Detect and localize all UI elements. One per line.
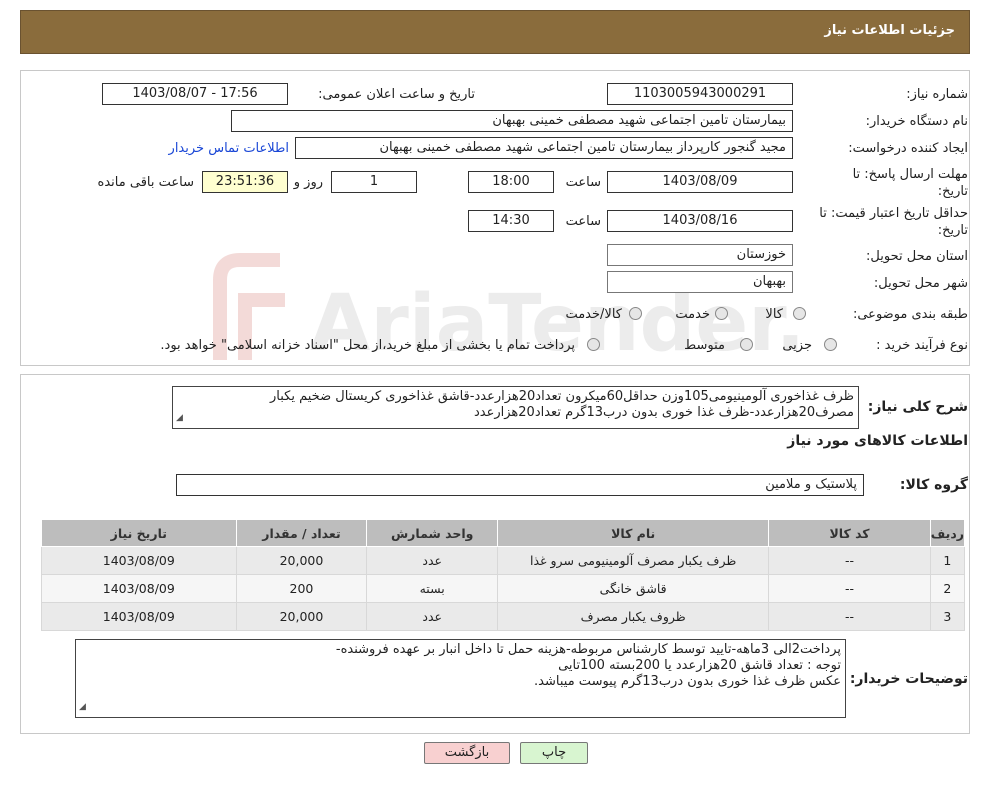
buyer-notes-textarea[interactable]: پرداخت2الی 3ماهه-تایید توسط کارشناس مربو…	[75, 639, 846, 718]
need-number-label: شماره نیاز:	[906, 87, 968, 102]
table-row: 1 -- ظرف یکبار مصرف آلومینیومی سرو غذا ع…	[41, 546, 966, 575]
col-header-row-num: ردیف	[929, 519, 966, 547]
days-label: روز و	[293, 175, 323, 190]
group-field: پلاستیک و ملامین	[176, 474, 864, 496]
items-table-wrapper: ردیف کد کالا نام کالا واحد شمارش تعداد /…	[41, 519, 966, 631]
resize-grip-icon[interactable]: ◢	[79, 699, 86, 715]
announce-field: 1403/08/07 - 17:56	[102, 83, 288, 105]
deadline-date-field: 1403/08/09	[607, 171, 793, 193]
category-radio-goods[interactable]	[793, 307, 806, 320]
cell-qty: 200	[235, 574, 368, 603]
process-option-medium: متوسط	[684, 338, 725, 353]
province-label: استان محل تحویل:	[866, 249, 968, 264]
process-radio-minor[interactable]	[824, 338, 837, 351]
cell-date: 1403/08/09	[41, 574, 237, 603]
cell-name: ظرف یکبار مصرف آلومینیومی سرو غذا	[497, 546, 770, 575]
col-header-date: تاریخ نیاز	[41, 519, 237, 547]
table-row: 3 -- ظروف یکبار مصرف عدد 20,000 1403/08/…	[41, 602, 966, 631]
cell-unit: عدد	[366, 546, 499, 575]
cell-code: --	[768, 574, 931, 603]
cell-code: --	[768, 602, 931, 631]
remaining-time-field: 23:51:36	[202, 171, 288, 193]
page-title: جزئیات اطلاعات نیاز	[824, 23, 955, 38]
cell-code: --	[768, 546, 931, 575]
print-button[interactable]: چاپ	[520, 742, 588, 764]
process-label: نوع فرآیند خرید :	[876, 338, 968, 353]
goods-info-title: اطلاعات کالاهای مورد نیاز	[787, 433, 968, 449]
back-button[interactable]: بازگشت	[424, 742, 510, 764]
category-label: طبقه بندی موضوعی:	[852, 307, 968, 322]
items-table: ردیف کد کالا نام کالا واحد شمارش تعداد /…	[41, 519, 966, 631]
buyer-contact-link[interactable]: اطلاعات تماس خریدار	[169, 141, 289, 156]
page-header: جزئیات اطلاعات نیاز	[20, 10, 970, 54]
validity-time-field: 14:30	[468, 210, 554, 232]
cell-unit: عدد	[366, 602, 499, 631]
category-radio-service[interactable]	[715, 307, 728, 320]
category-option-goods-service: کالا/خدمت	[565, 307, 622, 322]
buyer-notes-line-1: پرداخت2الی 3ماهه-تایید توسط کارشناس مربو…	[335, 642, 841, 657]
deadline-label-date: تاریخ:	[937, 184, 968, 199]
days-remaining-field: 1	[331, 171, 417, 193]
creator-label: ایجاد کننده درخواست:	[848, 141, 968, 156]
buyer-notes-label: توضیحات خریدار:	[849, 671, 968, 687]
category-radio-goods-service[interactable]	[629, 307, 642, 320]
table-row: 2 -- قاشق خانگی بسته 200 1403/08/09	[41, 574, 966, 603]
validity-label: حداقل تاریخ اعتبار قیمت: تا	[819, 206, 968, 221]
announce-label: تاریخ و ساعت اعلان عمومی:	[318, 87, 475, 102]
process-note: پرداخت تمام یا بخشی از مبلغ خرید،از محل …	[160, 338, 575, 353]
category-option-service: خدمت	[675, 307, 710, 322]
province-field: خوزستان	[607, 244, 793, 266]
buyer-notes-line-2: توجه : تعداد قاشق 20هزارعدد یا 200بسته 1…	[558, 658, 841, 673]
cell-date: 1403/08/09	[41, 602, 237, 631]
creator-field: مجید گنجور کارپرداز بیمارستان تامین اجتم…	[295, 137, 793, 159]
cell-row-num: 1	[929, 546, 966, 575]
cell-qty: 20,000	[235, 546, 368, 575]
cell-qty: 20,000	[235, 602, 368, 631]
process-radio-treasury[interactable]	[587, 338, 600, 351]
summary-line-1: ظرف غذاخوری آلومینیومی105وزن حداقل60میکر…	[270, 389, 854, 404]
buyer-notes-line-3: عکس ظرف غذا خوری بدون درب13گرم پیوست میب…	[534, 674, 841, 689]
need-number-field: 1103005943000291	[607, 83, 793, 105]
cell-row-num: 3	[929, 602, 966, 631]
deadline-time-field: 18:00	[468, 171, 554, 193]
summary-line-2: مصرف20هزارعدد-ظرف غذا خوری بدون درب13گرم…	[473, 405, 854, 420]
deadline-label: مهلت ارسال پاسخ: تا	[852, 167, 968, 182]
col-header-code: کد کالا	[768, 519, 931, 547]
cell-unit: بسته	[366, 574, 499, 603]
summary-label: شرح کلی نیاز:	[867, 399, 968, 415]
deadline-time-label: ساعت	[565, 175, 601, 190]
resize-grip-icon[interactable]: ◢	[176, 410, 183, 426]
cell-name: قاشق خانگی	[497, 574, 770, 603]
cell-name: ظروف یکبار مصرف	[497, 602, 770, 631]
col-header-name: نام کالا	[497, 519, 770, 547]
buyer-org-field: بیمارستان تامین اجتماعی شهید مصطفی خمینی…	[231, 110, 793, 132]
validity-time-label: ساعت	[565, 214, 601, 229]
process-option-minor: جزیی	[782, 338, 812, 353]
city-label: شهر محل تحویل:	[873, 276, 968, 291]
city-field: بهبهان	[607, 271, 793, 293]
category-option-goods: کالا	[765, 307, 783, 322]
cell-row-num: 2	[929, 574, 966, 603]
remaining-label: ساعت باقی مانده	[97, 175, 194, 190]
summary-textarea[interactable]: ظرف غذاخوری آلومینیومی105وزن حداقل60میکر…	[172, 386, 859, 429]
col-header-qty: تعداد / مقدار	[235, 519, 368, 547]
table-header-row: ردیف کد کالا نام کالا واحد شمارش تعداد /…	[41, 519, 966, 547]
group-label: گروه کالا:	[899, 477, 968, 493]
validity-date-field: 1403/08/16	[607, 210, 793, 232]
process-radio-medium[interactable]	[740, 338, 753, 351]
col-header-unit: واحد شمارش	[366, 519, 499, 547]
validity-label-date: تاریخ:	[937, 223, 968, 238]
buyer-org-label: نام دستگاه خریدار:	[865, 114, 968, 129]
cell-date: 1403/08/09	[41, 546, 237, 575]
